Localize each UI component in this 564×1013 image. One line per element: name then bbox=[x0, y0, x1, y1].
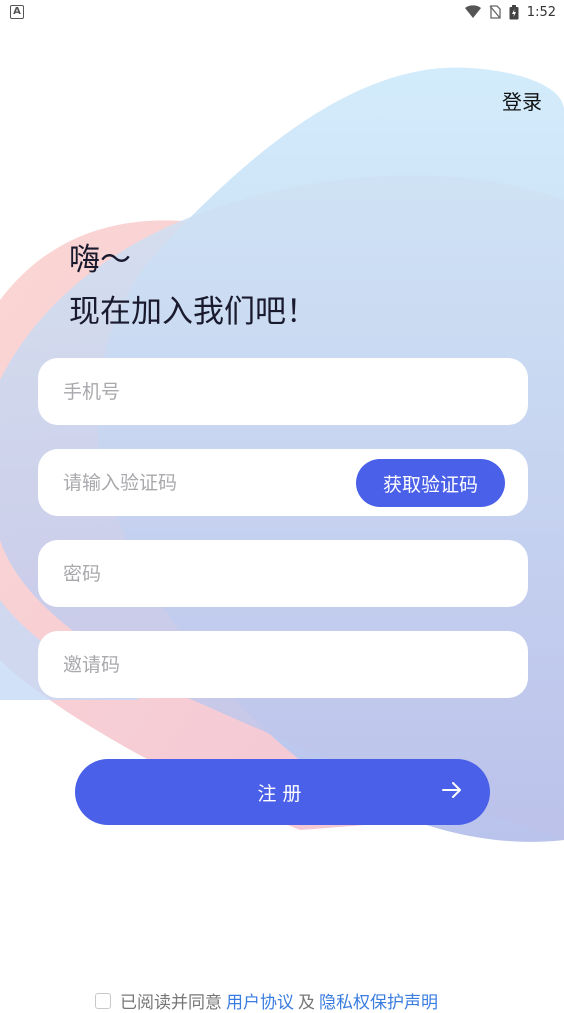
login-link[interactable]: 登录 bbox=[502, 86, 542, 115]
get-code-button[interactable]: 获取验证码 bbox=[356, 459, 505, 507]
greeting-line-1: 嗨～ bbox=[69, 242, 131, 278]
agreement-prefix: 已阅读并同意 bbox=[120, 993, 222, 1013]
invite-code-input[interactable] bbox=[61, 652, 345, 677]
agreement-row: 已阅读并同意 用户协议 及 隐私权保护声明 bbox=[95, 988, 438, 1013]
user-agreement-link[interactable]: 用户协议 bbox=[226, 988, 294, 1013]
app-notification-icon: A bbox=[10, 5, 24, 19]
password-input[interactable] bbox=[61, 561, 345, 586]
status-time: 1:52 bbox=[526, 4, 556, 20]
no-sim-icon bbox=[489, 5, 501, 19]
phone-input[interactable] bbox=[61, 379, 345, 404]
privacy-link[interactable]: 隐私权保护声明 bbox=[319, 988, 438, 1013]
greeting: 嗨～ 现在加入我们吧！ bbox=[69, 234, 317, 338]
password-field[interactable] bbox=[38, 540, 528, 607]
code-input[interactable] bbox=[61, 470, 345, 495]
battery-icon bbox=[509, 4, 519, 19]
register-label: 注册 bbox=[257, 782, 308, 805]
arrow-right-icon bbox=[442, 782, 461, 798]
agreement-checkbox[interactable] bbox=[95, 992, 111, 1009]
status-bar: A 1:52 bbox=[0, 0, 564, 24]
greeting-line-2: 现在加入我们吧！ bbox=[69, 294, 317, 330]
invite-field[interactable] bbox=[38, 631, 528, 698]
code-field[interactable]: 获取验证码 bbox=[38, 449, 528, 516]
phone-field[interactable] bbox=[38, 358, 528, 425]
agreement-conjunction: 及 bbox=[298, 993, 315, 1013]
wifi-icon bbox=[464, 5, 481, 18]
register-button[interactable]: 注册 bbox=[75, 759, 490, 825]
